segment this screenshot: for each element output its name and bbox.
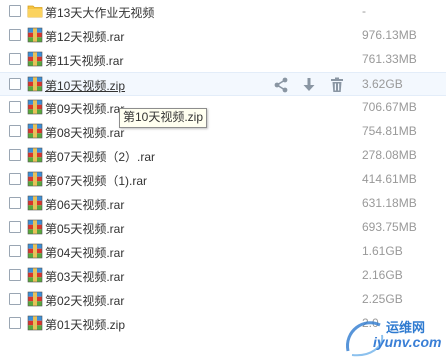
file-size: -: [362, 4, 366, 18]
archive-file-icon: [27, 51, 43, 67]
file-row-hovered[interactable]: 第10天视频.zip 3.62GB: [0, 72, 446, 96]
file-size: 414.61MB: [362, 172, 417, 186]
file-name[interactable]: 第04天视频.rar: [45, 244, 124, 261]
file-name[interactable]: 第12天视频.rar: [45, 28, 124, 45]
folder-icon: [27, 5, 43, 18]
file-size: 693.75MB: [362, 220, 417, 234]
row-checkbox[interactable]: [9, 29, 21, 41]
row-checkbox[interactable]: [9, 197, 21, 209]
file-name[interactable]: 第13天大作业无视频: [45, 4, 154, 21]
filename-tooltip: 第10天视频.zip: [119, 108, 208, 128]
file-name[interactable]: 第07天视频（2）.rar: [45, 148, 155, 165]
row-checkbox[interactable]: [9, 173, 21, 185]
file-row[interactable]: 第08天视频.rar 754.81MB: [0, 120, 446, 144]
delete-icon[interactable]: [328, 76, 346, 94]
archive-file-icon: [27, 171, 43, 187]
archive-file-icon: [27, 99, 43, 115]
file-size: 3.62GB: [362, 77, 403, 91]
row-checkbox[interactable]: [9, 53, 21, 65]
archive-file-icon: [27, 291, 43, 307]
share-icon[interactable]: [272, 76, 290, 94]
watermark-url: iyunv.com: [373, 334, 442, 350]
file-name[interactable]: 第02天视频.rar: [45, 292, 124, 309]
archive-file-icon: [27, 123, 43, 139]
archive-file-icon: [27, 195, 43, 211]
file-name[interactable]: 第06天视频.rar: [45, 196, 124, 213]
file-size: 2.16GB: [362, 268, 403, 282]
archive-file-icon: [27, 267, 43, 283]
file-size: 976.13MB: [362, 28, 417, 42]
file-size: 631.18MB: [362, 196, 417, 210]
archive-file-icon: [27, 27, 43, 43]
row-checkbox[interactable]: [9, 269, 21, 281]
row-checkbox[interactable]: [9, 245, 21, 257]
file-size: 761.33MB: [362, 52, 417, 66]
row-checkbox[interactable]: [9, 317, 21, 329]
file-row[interactable]: 第12天视频.rar 976.13MB: [0, 24, 446, 48]
row-checkbox[interactable]: [9, 125, 21, 137]
download-icon[interactable]: [300, 76, 318, 94]
archive-file-icon: [27, 315, 43, 331]
archive-file-icon: [27, 219, 43, 235]
file-row[interactable]: 第02天视频.rar 2.25GB: [0, 288, 446, 312]
row-checkbox[interactable]: [9, 293, 21, 305]
file-row[interactable]: 第07天视频（1).rar 414.61MB: [0, 168, 446, 192]
row-checkbox[interactable]: [9, 149, 21, 161]
file-name[interactable]: 第07天视频（1).rar: [45, 172, 147, 189]
file-row[interactable]: 第07天视频（2）.rar 278.08MB: [0, 144, 446, 168]
file-name[interactable]: 第01天视频.zip: [45, 316, 125, 333]
file-row[interactable]: 第06天视频.rar 631.18MB: [0, 192, 446, 216]
file-row[interactable]: 第11天视频.rar 761.33MB: [0, 48, 446, 72]
archive-file-icon: [27, 76, 43, 92]
file-row[interactable]: 第09天视频.rar 706.67MB: [0, 96, 446, 120]
file-size: 1.61GB: [362, 244, 403, 258]
file-size: 706.67MB: [362, 100, 417, 114]
file-name[interactable]: 第10天视频.zip: [45, 77, 125, 94]
file-name[interactable]: 第08天视频.rar: [45, 124, 124, 141]
file-name[interactable]: 第11天视频.rar: [45, 52, 123, 69]
file-name[interactable]: 第03天视频.rar: [45, 268, 124, 285]
row-checkbox[interactable]: [9, 221, 21, 233]
file-name[interactable]: 第05天视频.rar: [45, 220, 124, 237]
file-row[interactable]: 第04天视频.rar 1.61GB: [0, 240, 446, 264]
row-checkbox[interactable]: [9, 101, 21, 113]
file-size: 278.08MB: [362, 148, 417, 162]
archive-file-icon: [27, 243, 43, 259]
row-checkbox[interactable]: [9, 5, 21, 17]
file-row[interactable]: 第03天视频.rar 2.16GB: [0, 264, 446, 288]
file-size: 2.25GB: [362, 292, 403, 306]
file-row[interactable]: 第13天大作业无视频 -: [0, 0, 446, 24]
file-name[interactable]: 第09天视频.rar: [45, 100, 124, 117]
row-checkbox[interactable]: [9, 78, 21, 90]
file-size: 754.81MB: [362, 124, 417, 138]
archive-file-icon: [27, 147, 43, 163]
file-row[interactable]: 第05天视频.rar 693.75MB: [0, 216, 446, 240]
